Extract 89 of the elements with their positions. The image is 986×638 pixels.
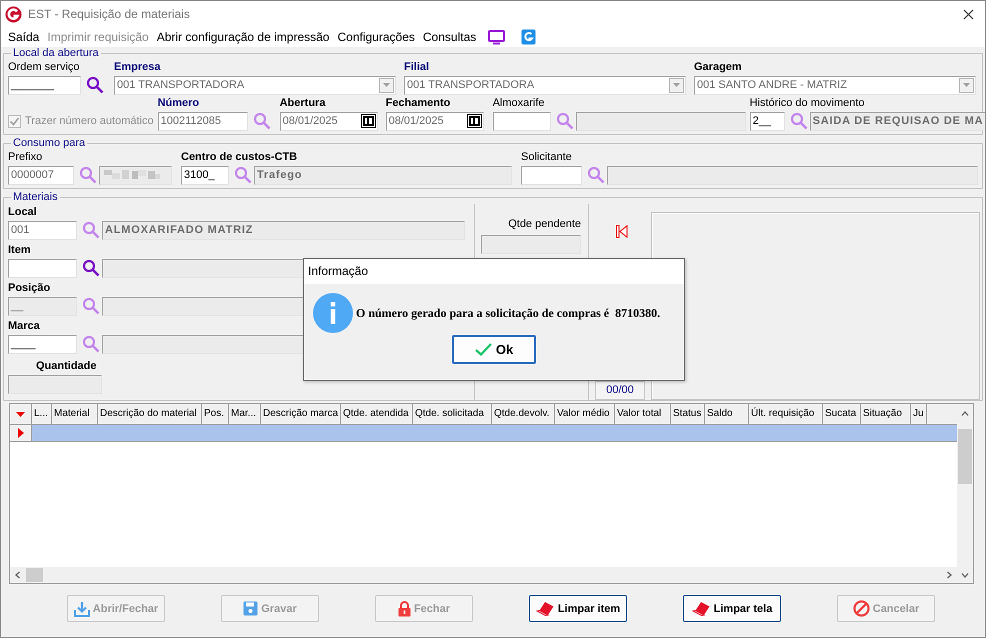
app-logo-icon: [5, 6, 22, 22]
field-label: Solicitante: [521, 150, 572, 165]
field-label: Número: [158, 96, 200, 111]
eraser-icon: [536, 601, 555, 616]
cancel-icon: [852, 600, 870, 617]
calendar-icon[interactable]: [360, 114, 376, 128]
input-field[interactable]: 3100_: [181, 166, 229, 184]
field-label: Fechamento: [386, 96, 450, 111]
column-header[interactable]: Saldo: [705, 404, 749, 424]
close-icon[interactable]: [963, 8, 974, 20]
description-field: ALMOXARIFADO MATRIZ: [102, 220, 465, 240]
field-label: Marca: [8, 319, 40, 334]
field-label: Histórico do movimento: [750, 96, 865, 111]
column-header[interactable]: Situação: [861, 404, 911, 424]
monitor-icon[interactable]: [488, 30, 506, 44]
search-icon[interactable]: [82, 259, 100, 277]
padlock-icon: [398, 600, 411, 616]
scroll-thumb[interactable]: [26, 568, 43, 582]
vertical-scrollbar[interactable]: [957, 404, 973, 583]
check-icon: [474, 343, 492, 356]
description-field: SAIDA DE REQUISAO DE MA: [810, 112, 985, 130]
column-header[interactable]: Qtde. solicitada: [413, 404, 492, 424]
field-label: Quantidade: [36, 359, 97, 374]
ok-button[interactable]: Ok: [452, 335, 536, 364]
pixelated-icon: [102, 168, 162, 182]
group-title: Local da abertura: [12, 47, 100, 60]
window-title: EST - Requisição de materiais: [28, 7, 191, 21]
scroll-thumb[interactable]: [958, 429, 972, 484]
column-header[interactable]: Descrição marca: [261, 404, 341, 424]
column-header[interactable]: Qtde.devolv.: [492, 404, 555, 424]
record-counter: 00/00: [595, 381, 645, 400]
input-field[interactable]: ____: [8, 334, 77, 354]
group-title: Materiais: [12, 191, 59, 204]
column-header[interactable]: Status: [671, 404, 705, 424]
info-icon: [313, 293, 353, 333]
menu-item[interactable]: Configurações: [333, 30, 419, 44]
calendar-icon[interactable]: [466, 114, 482, 128]
column-header[interactable]: Valor médio: [555, 404, 615, 424]
dropdown-field[interactable]: 001 TRANSPORTADORA: [404, 76, 686, 94]
column-header[interactable]: Sucata: [823, 404, 861, 424]
column-header[interactable]: Valor total: [615, 404, 671, 424]
field-label: Empresa: [114, 60, 160, 75]
input-field[interactable]: 0000007: [8, 166, 74, 184]
group-title: Consumo para: [12, 137, 86, 150]
dialog-title: Informação: [304, 259, 684, 284]
app-logo-icon[interactable]: [521, 29, 536, 45]
search-icon[interactable]: [86, 76, 104, 94]
date-field[interactable]: 08/01/2025: [280, 112, 378, 130]
menu-item[interactable]: Abrir configuração de impressão: [152, 30, 334, 44]
field-label: Abertura: [280, 96, 326, 111]
action-button[interactable]: Limpar item: [529, 595, 627, 622]
dropdown-field[interactable]: 001 SANTO ANDRE - MATRIZ: [694, 76, 976, 94]
field-label: Almoxarife: [492, 96, 545, 111]
column-header[interactable]: Material: [52, 404, 98, 424]
dialog-message: O número gerado para a solicitação de compras é 8710380.: [356, 306, 660, 320]
field-label: Prefixo: [8, 150, 42, 165]
input-field[interactable]: [492, 112, 551, 130]
first-record-icon[interactable]: [616, 225, 628, 238]
field-label: Filial: [404, 60, 430, 75]
column-header[interactable]: Últ. requisição: [749, 404, 823, 424]
menu-item[interactable]: Consultas: [418, 30, 480, 44]
column-header[interactable]: Descrição do material: [98, 404, 202, 424]
column-header[interactable]: Pos.: [202, 404, 229, 424]
download-icon: [74, 600, 90, 616]
dropdown-field[interactable]: 001 TRANSPORTADORA: [114, 76, 396, 94]
input-field[interactable]: _______: [8, 76, 81, 94]
column-header[interactable]: Mar...: [229, 404, 261, 424]
field-label: Local: [8, 205, 37, 220]
column-header[interactable]: L...: [32, 404, 52, 424]
input-field[interactable]: [8, 258, 77, 278]
column-header[interactable]: Qtde. atendida: [341, 404, 413, 424]
menu-item[interactable]: Saída: [4, 30, 44, 44]
field-label: Centro de custos-CTB: [181, 150, 298, 165]
field-label: Qtde pendente: [508, 217, 581, 232]
action-button[interactable]: Limpar tela: [683, 595, 781, 622]
date-field[interactable]: 08/01/2025: [386, 112, 484, 130]
checkbox-label: Trazer número automático: [25, 115, 154, 127]
field-label: Ordem serviço: [8, 60, 80, 75]
horizontal-scrollbar[interactable]: [10, 567, 957, 583]
input-field[interactable]: 2__: [750, 112, 785, 130]
description-field: Trafego: [254, 166, 512, 184]
column-header[interactable]: Ju: [911, 404, 927, 424]
field-label: Posição: [8, 281, 50, 296]
input-field[interactable]: 1002112085: [158, 112, 248, 130]
field-label: Garagem: [694, 60, 742, 75]
input-field[interactable]: [521, 166, 582, 184]
field-label: Item: [8, 243, 31, 258]
input-field[interactable]: 001: [8, 220, 77, 240]
eraser-icon: [692, 601, 711, 616]
